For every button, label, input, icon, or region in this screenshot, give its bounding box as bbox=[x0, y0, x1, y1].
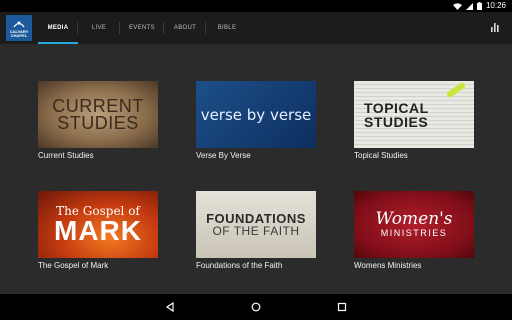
battery-icon bbox=[476, 2, 482, 10]
tab-live-label: LIVE bbox=[91, 25, 107, 31]
recents-icon[interactable] bbox=[336, 301, 348, 313]
tab-media-label: MEDIA bbox=[47, 25, 69, 31]
signal-icon bbox=[465, 2, 473, 10]
card-womens-ministries[interactable]: Women's MINISTRIES Womens Ministries bbox=[354, 191, 474, 270]
card-foundations-of-the-faith[interactable]: FOUNDATIONS OF THE FAITH Foundations of … bbox=[196, 191, 316, 270]
thumb-text-2: MINISTRIES bbox=[380, 227, 448, 238]
status-bar: 10:26 bbox=[0, 0, 512, 12]
card-thumbnail[interactable]: CURRENT STUDIES bbox=[38, 81, 158, 148]
card-gospel-of-mark[interactable]: The Gospel of MARK The Gospel of Mark bbox=[38, 191, 158, 270]
thumb-text-1: Women's bbox=[375, 208, 453, 229]
thumb-text-1: CURRENT bbox=[52, 95, 144, 116]
app-logo[interactable]: CALVARY CHAPEL bbox=[6, 15, 32, 41]
tab-media[interactable]: MEDIA bbox=[38, 12, 78, 44]
tab-bible-label: BIBLE bbox=[217, 25, 237, 31]
app-bar: CALVARY CHAPEL MEDIA LIVE EVENTS ABOUT B… bbox=[0, 12, 512, 44]
card-caption[interactable]: Current Studies bbox=[38, 151, 158, 160]
thumb-text-2: STUDIES bbox=[57, 112, 139, 133]
tab-events[interactable]: EVENTS bbox=[120, 12, 164, 44]
system-nav-bar bbox=[0, 294, 512, 320]
media-grid: CURRENT STUDIES Current Studies verse by… bbox=[0, 44, 512, 294]
thumb-text-2: OF THE FAITH bbox=[212, 223, 300, 238]
thumb-text-2: MARK bbox=[54, 215, 142, 246]
card-thumbnail[interactable]: Women's MINISTRIES bbox=[354, 191, 474, 258]
back-icon[interactable] bbox=[164, 301, 176, 313]
logo-text-line2: CHAPEL bbox=[10, 32, 28, 38]
card-thumbnail[interactable]: The Gospel of MARK bbox=[38, 191, 158, 258]
card-caption[interactable]: Womens Ministries bbox=[354, 261, 474, 270]
tab-live[interactable]: LIVE bbox=[78, 12, 120, 44]
thumb-text-1: TOPICAL bbox=[364, 99, 429, 116]
card-caption[interactable]: Foundations of the Faith bbox=[196, 261, 316, 270]
status-time: 10:26 bbox=[485, 1, 506, 10]
tab-bible[interactable]: BIBLE bbox=[206, 12, 248, 44]
card-thumbnail[interactable]: verse by verse bbox=[196, 81, 316, 148]
wifi-icon bbox=[452, 2, 462, 10]
tab-about[interactable]: ABOUT bbox=[164, 12, 206, 44]
card-thumbnail[interactable]: FOUNDATIONS OF THE FAITH bbox=[196, 191, 316, 258]
card-thumbnail[interactable]: TOPICAL STUDIES bbox=[354, 81, 474, 148]
thumb-text-1: FOUNDATIONS bbox=[206, 210, 306, 226]
card-caption[interactable]: The Gospel of Mark bbox=[38, 261, 158, 270]
tab-events-label: EVENTS bbox=[129, 25, 155, 31]
card-caption[interactable]: Topical Studies bbox=[354, 151, 474, 160]
tab-bar: MEDIA LIVE EVENTS ABOUT BIBLE bbox=[38, 12, 248, 44]
highlighter-graphic bbox=[446, 81, 466, 99]
card-caption[interactable]: Verse By Verse bbox=[196, 151, 316, 160]
card-current-studies[interactable]: CURRENT STUDIES Current Studies bbox=[38, 81, 158, 160]
home-icon[interactable] bbox=[250, 301, 262, 313]
thumb-text-1: verse by verse bbox=[200, 105, 312, 124]
church-logo-icon bbox=[13, 21, 25, 27]
bar-chart-icon[interactable] bbox=[490, 22, 500, 32]
thumb-text-2: STUDIES bbox=[364, 113, 429, 130]
card-topical-studies[interactable]: TOPICAL STUDIES Topical Studies bbox=[354, 81, 474, 160]
tab-about-label: ABOUT bbox=[173, 25, 197, 31]
card-verse-by-verse[interactable]: verse by verse Verse By Verse bbox=[196, 81, 316, 160]
